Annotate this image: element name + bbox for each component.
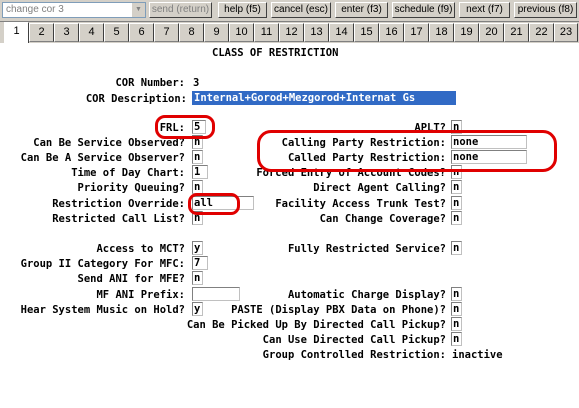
tab-16[interactable]: 16 <box>379 23 404 42</box>
time-of-day-chart-field[interactable]: 1 <box>192 165 208 179</box>
send-ani-label: Send ANI for MFE? <box>77 273 185 285</box>
cancel-button[interactable]: cancel (esc) <box>271 2 331 18</box>
tab-23[interactable]: 23 <box>554 23 578 42</box>
tab-2[interactable]: 2 <box>29 23 54 42</box>
command-value: change cor 3 <box>6 4 64 15</box>
group-controlled-restriction-label: Group Controlled Restriction: <box>262 349 446 361</box>
restriction-override-highlight-annotation <box>188 193 240 215</box>
tab-1[interactable]: 1 <box>4 22 29 43</box>
priority-queuing-label: Priority Queuing? <box>77 182 185 194</box>
tab-9[interactable]: 9 <box>204 23 229 42</box>
tab-5[interactable]: 5 <box>104 23 129 42</box>
restricted-call-list-label: Restricted Call List? <box>52 213 185 225</box>
cor-description-field[interactable]: Internal+Gorod+Mezgorod+Internat Gs <box>192 91 456 105</box>
tab-8[interactable]: 8 <box>179 23 204 42</box>
hear-system-music-field[interactable]: y <box>192 302 203 316</box>
hear-system-music-label: Hear System Music on Hold? <box>20 304 185 316</box>
command-select[interactable]: change cor 3 ▼ <box>2 2 146 18</box>
paste-label: PASTE (Display PBX Data on Phone)? <box>231 304 446 316</box>
tab-18[interactable]: 18 <box>429 23 454 42</box>
mf-ani-prefix-label: MF ANI Prefix: <box>96 289 185 301</box>
tab-7[interactable]: 7 <box>154 23 179 42</box>
restriction-override-label: Restriction Override: <box>52 198 185 210</box>
facility-access-trunk-test-label: Facility Access Trunk Test? <box>275 198 446 210</box>
paste-field[interactable]: n <box>451 302 462 316</box>
tab-6[interactable]: 6 <box>129 23 154 42</box>
tab-3[interactable]: 3 <box>54 23 79 42</box>
previous-button[interactable]: previous (f8) <box>514 2 577 18</box>
tab-21[interactable]: 21 <box>504 23 529 42</box>
frl-highlight-annotation <box>155 115 215 139</box>
access-to-mct-label: Access to MCT? <box>96 243 185 255</box>
fully-restricted-service-field[interactable]: n <box>451 241 462 255</box>
priority-queuing-field[interactable]: n <box>192 180 203 194</box>
cor-number-value: 3 <box>193 77 200 89</box>
tab-13[interactable]: 13 <box>304 23 329 42</box>
schedule-button[interactable]: schedule (f9) <box>392 2 455 18</box>
direct-agent-calling-field[interactable]: n <box>451 180 462 194</box>
can-be-a-service-observer-label: Can Be A Service Observer? <box>20 152 185 164</box>
mf-ani-prefix-field[interactable] <box>192 287 240 301</box>
tab-10[interactable]: 10 <box>229 23 254 42</box>
help-button[interactable]: help (f5) <box>218 2 267 18</box>
time-of-day-chart-label: Time of Day Chart: <box>71 167 185 179</box>
access-to-mct-field[interactable]: y <box>192 241 203 255</box>
cor-number-label: COR Number: <box>115 77 185 89</box>
automatic-charge-display-field[interactable]: n <box>451 287 462 301</box>
page-title: CLASS OF RESTRICTION <box>212 47 339 59</box>
can-be-a-service-observer-field[interactable]: n <box>192 150 203 164</box>
tab-17[interactable]: 17 <box>404 23 429 42</box>
can-be-picked-up-field[interactable]: n <box>451 317 462 331</box>
chevron-down-icon[interactable]: ▼ <box>131 3 145 17</box>
can-use-directed-call-pickup-field[interactable]: n <box>451 332 462 346</box>
can-change-coverage-field[interactable]: n <box>451 211 462 225</box>
tab-22[interactable]: 22 <box>529 23 554 42</box>
next-button[interactable]: next (f7) <box>459 2 510 18</box>
page-tabs: 1 2 3 4 5 6 7 8 9 10 11 12 13 14 15 16 1… <box>0 22 579 43</box>
can-be-picked-up-label: Can Be Picked Up By Directed Call Pickup… <box>186 319 446 331</box>
send-ani-field[interactable]: n <box>192 271 203 285</box>
can-change-coverage-label: Can Change Coverage? <box>319 213 446 225</box>
group-ii-category-field[interactable]: 7 <box>192 256 208 270</box>
enter-button[interactable]: enter (f3) <box>335 2 388 18</box>
group-ii-category-label: Group II Category For MFC: <box>20 258 185 270</box>
tab-11[interactable]: 11 <box>254 23 279 42</box>
send-button[interactable]: send (return) <box>149 2 212 18</box>
tab-12[interactable]: 12 <box>279 23 304 42</box>
party-restriction-highlight-annotation <box>257 130 557 172</box>
tab-15[interactable]: 15 <box>354 23 379 42</box>
tab-20[interactable]: 20 <box>479 23 504 42</box>
direct-agent-calling-label: Direct Agent Calling? <box>313 182 446 194</box>
tab-14[interactable]: 14 <box>329 23 354 42</box>
toolbar: change cor 3 ▼ send (return) help (f5) c… <box>0 0 579 22</box>
automatic-charge-display-label: Automatic Charge Display? <box>287 289 446 301</box>
cor-form: CLASS OF RESTRICTION COR Number: 3 COR D… <box>0 43 579 408</box>
tab-19[interactable]: 19 <box>454 23 479 42</box>
facility-access-trunk-test-field[interactable]: n <box>451 196 462 210</box>
tab-4[interactable]: 4 <box>79 23 104 42</box>
cor-description-label: COR Description: <box>85 93 187 105</box>
fully-restricted-service-label: Fully Restricted Service? <box>287 243 446 255</box>
can-use-directed-call-pickup-label: Can Use Directed Call Pickup? <box>262 334 446 346</box>
group-controlled-restriction-value: inactive <box>452 349 503 361</box>
